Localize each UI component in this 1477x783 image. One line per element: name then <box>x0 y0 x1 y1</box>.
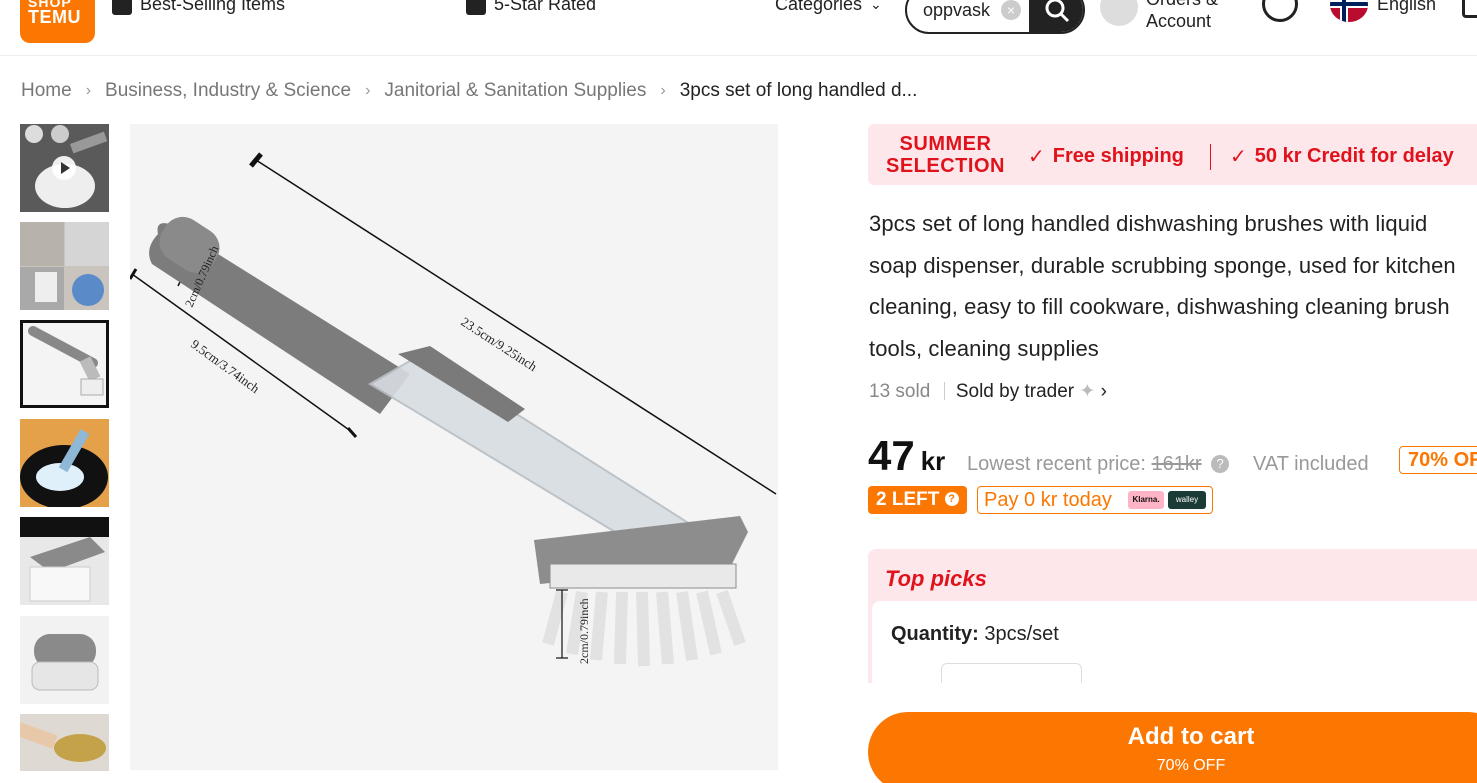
summer-line2: SELECTION <box>886 155 1005 177</box>
search-input[interactable] <box>923 0 999 21</box>
product-title: 3pcs set of long handled dishwashing bru… <box>869 211 1456 361</box>
logo-line2: TEMU <box>28 7 81 27</box>
thumbnail-5[interactable] <box>20 517 109 605</box>
search-bar: × <box>905 0 1085 34</box>
thumbnail-6[interactable] <box>20 616 109 704</box>
quantity-label-text: Quantity: <box>891 623 979 645</box>
stock-left-badge[interactable]: 2 LEFT ? <box>868 486 967 514</box>
delay-credit: ✓ 50 kr Credit for delay <box>1230 144 1454 169</box>
sold-count: 13 sold <box>869 381 931 402</box>
search-icon <box>1045 0 1070 23</box>
thumbnail-image <box>23 323 106 405</box>
discount-badge: 70% OFF <box>1399 446 1477 474</box>
language-selector[interactable]: English <box>1377 0 1436 15</box>
lowest-value: 161kr <box>1151 453 1202 475</box>
play-icon <box>52 156 76 180</box>
klarna-logo: Klarna. <box>1128 491 1164 509</box>
thumbnail-image <box>20 419 109 507</box>
add-to-cart-button[interactable]: Add to cart 70% OFF <box>868 712 1477 783</box>
thumbnail-7[interactable] <box>20 714 109 771</box>
chevron-right-icon: › <box>660 82 666 99</box>
promo-banner[interactable]: SUMMER SELECTION ✓ Free shipping ✓ 50 kr… <box>868 124 1477 185</box>
help-icon: ? <box>944 492 959 506</box>
search-button[interactable] <box>1029 0 1083 32</box>
thumbnail-image <box>20 616 109 704</box>
thumbnail-4[interactable] <box>20 419 109 507</box>
summer-selection-label: SUMMER SELECTION <box>886 133 1005 177</box>
breadcrumb: Home › Business, Industry & Science › Ja… <box>21 80 917 102</box>
main-product-image[interactable]: 23.5cm/9.25inch 9.5cm/3.74inch 2cm/0.79i… <box>130 124 778 770</box>
breadcrumb-business[interactable]: Business, Industry & Science <box>105 80 351 102</box>
top-picks-panel: Top picks Quantity: 3pcs/set <box>868 549 1477 683</box>
add-to-cart-discount: 70% OFF <box>1156 757 1226 774</box>
account-menu[interactable]: Orders & Account <box>1146 0 1218 32</box>
avatar-icon[interactable] <box>1100 0 1138 26</box>
dim-bristle-label: 2cm/0.79inch <box>577 598 591 664</box>
sold-info: 13 sold Sold by trader ✦ › <box>869 380 1107 403</box>
price-unit: kr <box>920 446 946 476</box>
lowest-label: Lowest recent price: <box>967 453 1146 475</box>
price-value: 47 <box>868 432 915 479</box>
free-shipping: ✓ Free shipping <box>1028 144 1184 169</box>
lowest-recent-price: Lowest recent price: 161kr ? <box>967 453 1230 476</box>
top-picks-options: Quantity: 3pcs/set <box>872 601 1477 683</box>
vat-label: VAT included <box>1253 453 1369 475</box>
divider <box>943 382 945 400</box>
support-chat-icon[interactable] <box>1262 0 1298 22</box>
promo-divider <box>1210 144 1211 170</box>
thumbnail-video[interactable] <box>20 124 109 212</box>
summer-line1: SUMMER <box>899 133 992 155</box>
delay-credit-label: 50 kr Credit for delay <box>1254 145 1454 167</box>
top-picks-title: Top picks <box>885 566 987 591</box>
breadcrumb-home[interactable]: Home <box>21 80 72 102</box>
nav-five-star-label: 5-Star Rated <box>494 0 597 14</box>
thumbs-up-icon <box>112 0 132 15</box>
thumbnail-image <box>20 517 109 605</box>
nav-categories-label: Categories <box>775 0 863 14</box>
stock-left-label: 2 LEFT <box>876 489 940 510</box>
norway-flag-icon[interactable] <box>1330 0 1368 22</box>
sold-by-link[interactable]: Sold by trader ✦ › <box>956 381 1107 402</box>
brush-illustration: 23.5cm/9.25inch 9.5cm/3.74inch 2cm/0.79i… <box>130 124 778 770</box>
pay-today-label: Pay 0 kr today <box>984 489 1112 511</box>
quantity-label: Quantity: 3pcs/set <box>891 623 1059 646</box>
trader-icon: ✦ <box>1079 381 1096 402</box>
cart-icon[interactable] <box>1462 0 1477 18</box>
help-icon[interactable]: ? <box>1211 455 1230 473</box>
price: 47 kr <box>868 432 945 480</box>
checkmark-icon: ✓ <box>1230 146 1247 168</box>
thumbnail-3-selected[interactable] <box>20 320 109 408</box>
chevron-right-icon: › <box>365 82 371 99</box>
sold-by-label: Sold by trader <box>955 381 1075 402</box>
quantity-option[interactable] <box>941 663 1082 683</box>
chevron-right-icon: › <box>85 82 92 99</box>
pay-later-badge[interactable]: Pay 0 kr today Klarna. walley <box>977 486 1213 514</box>
temu-logo[interactable]: SHOP TEMU <box>20 0 95 43</box>
nav-best-selling-label: Best-Selling Items <box>140 0 286 14</box>
thumbnail-image <box>20 222 109 310</box>
quantity-value: 3pcs/set <box>984 623 1059 645</box>
checkmark-icon: ✓ <box>1028 146 1045 168</box>
star-badge-icon <box>466 0 486 15</box>
account-line1: Orders & <box>1146 0 1218 10</box>
chevron-right-icon: › <box>1100 381 1107 402</box>
nav-categories[interactable]: Categories ⌄ <box>775 0 882 15</box>
add-to-cart-label: Add to cart <box>1127 723 1255 750</box>
nav-best-selling[interactable]: Best-Selling Items <box>112 0 285 15</box>
nav-five-star[interactable]: 5-Star Rated <box>466 0 596 15</box>
breadcrumb-current: 3pcs set of long handled d... <box>679 80 918 101</box>
chevron-down-icon: ⌄ <box>870 0 882 12</box>
free-shipping-label: Free shipping <box>1052 145 1184 167</box>
thumbnail-2[interactable] <box>20 222 109 310</box>
thumbnail-image <box>20 714 109 771</box>
account-line2: Account <box>1146 11 1212 31</box>
top-header: SHOP TEMU Best-Selling Items 5-Star Rate… <box>0 0 1477 56</box>
breadcrumb-janitorial[interactable]: Janitorial & Sanitation Supplies <box>384 80 646 102</box>
walley-logo: walley <box>1168 491 1206 509</box>
clear-search-icon[interactable]: × <box>1001 0 1021 20</box>
